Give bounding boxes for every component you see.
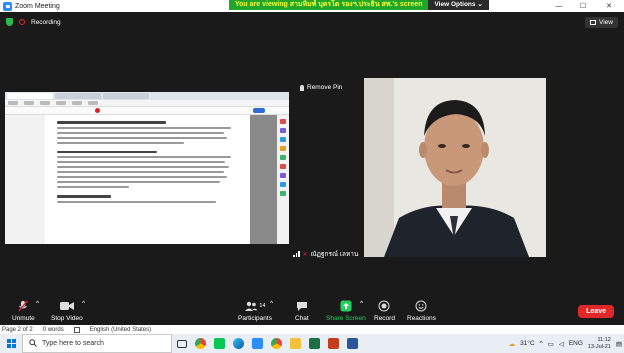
participants-count: 14: [259, 303, 266, 309]
chat-label: Chat: [295, 315, 309, 322]
leave-button[interactable]: Leave: [578, 305, 614, 318]
shared-browser-tabs: [5, 92, 289, 100]
participant-name: ณัฏฐกรณ์ เลหาน: [310, 251, 359, 258]
shared-menu-bar: [5, 100, 289, 107]
zoom-app-icon[interactable]: [248, 334, 267, 353]
remove-pin-label: Remove Pin: [307, 84, 343, 91]
share-options-caret-icon[interactable]: ^: [360, 300, 363, 307]
taskbar-search-box[interactable]: Type here to search: [22, 334, 172, 353]
windows-start-icon[interactable]: [0, 334, 22, 353]
chevron-down-icon: ⌄: [477, 1, 483, 8]
minimize-button[interactable]: —: [548, 0, 570, 12]
word-count: 0 words: [42, 326, 64, 333]
pin-icon: [300, 84, 304, 91]
network-icon[interactable]: ▭: [548, 340, 554, 348]
view-options-label: View Options: [434, 1, 476, 8]
shared-screen[interactable]: [5, 92, 289, 244]
meeting-area: Recording View Remove Pin ✕ ณัฏฐกรณ์ เลห…: [0, 12, 624, 297]
shield-icon[interactable]: [6, 18, 13, 26]
zoom-logo-icon: [3, 1, 12, 11]
view-button[interactable]: View: [585, 17, 618, 28]
window-title: Zoom Meeting: [15, 2, 60, 10]
tray-arrow-icon[interactable]: ^: [540, 340, 543, 347]
record-label: Record: [374, 315, 395, 322]
share-screen-label: Share Screen: [326, 315, 366, 322]
shared-left-panel: [5, 115, 45, 244]
recording-label: Recording: [31, 18, 61, 26]
chat-bubble-icon: [296, 300, 308, 312]
search-placeholder: Type here to search: [42, 340, 104, 347]
participants-label: Participants: [238, 315, 272, 322]
microphone-muted-icon: [17, 300, 29, 312]
chrome-icon[interactable]: [191, 334, 210, 353]
volume-icon[interactable]: ◁: [559, 340, 564, 348]
shared-tab: [103, 93, 149, 99]
unmute-label: Unmute: [12, 315, 35, 322]
shared-tab: [7, 93, 53, 99]
meeting-top-info: Recording: [6, 18, 61, 26]
word-icon[interactable]: [343, 334, 362, 353]
record-icon: [378, 300, 390, 312]
shared-document-page: [45, 115, 250, 244]
clock-date: 13-Jul-21: [587, 343, 611, 350]
video-options-caret-icon[interactable]: ^: [82, 300, 85, 307]
edge-icon[interactable]: [229, 334, 248, 353]
chat-button[interactable]: Chat: [295, 300, 309, 322]
shared-tab: [55, 93, 101, 99]
view-options-button[interactable]: View Options ⌄: [428, 0, 489, 10]
mic-muted-icon: ✕: [302, 251, 308, 258]
shared-blue-button: [253, 108, 265, 113]
language-status: English (United States): [89, 326, 152, 333]
task-view-icon[interactable]: [172, 334, 191, 353]
chrome-alt-icon[interactable]: [267, 334, 286, 353]
participants-button[interactable]: 14 Participants: [238, 300, 272, 322]
recording-icon: [19, 19, 25, 25]
stop-video-button[interactable]: Stop Video: [51, 300, 83, 322]
line-app-icon[interactable]: [210, 334, 229, 353]
page-count: Page 2 of 2: [2, 326, 33, 333]
stop-video-label: Stop Video: [51, 315, 83, 322]
close-button[interactable]: ✕: [598, 0, 620, 12]
signal-bars-icon: [293, 251, 300, 257]
weather-icon[interactable]: ☁: [509, 340, 516, 348]
input-language[interactable]: ENG: [569, 340, 583, 347]
participants-options-caret-icon[interactable]: ^: [270, 300, 273, 307]
file-explorer-icon[interactable]: [286, 334, 305, 353]
reactions-button[interactable]: Reactions: [407, 300, 436, 322]
powerpoint-icon[interactable]: [324, 334, 343, 353]
video-camera-icon: [59, 300, 74, 312]
taskbar-clock[interactable]: 11:12 13-Jul-21: [588, 337, 611, 351]
notifications-icon[interactable]: ▤: [616, 340, 622, 348]
maximize-button[interactable]: ☐: [572, 0, 594, 12]
remove-pin-button[interactable]: Remove Pin: [300, 84, 342, 91]
unmute-button[interactable]: Unmute: [12, 300, 35, 322]
participant-nameplate: ✕ ณัฏฐกรณ์ เลหาน: [293, 249, 358, 259]
grid-icon: [590, 20, 597, 25]
windows-taskbar: Type here to search ☁ 31°C ^ ▭ ◁ ENG 11:…: [0, 334, 624, 353]
reactions-label: Reactions: [407, 315, 436, 322]
participant-video[interactable]: [364, 78, 546, 257]
meeting-control-bar: Unmute ^ Stop Video ^ 14 Participants ^ …: [0, 297, 624, 325]
share-banner: You are viewing สามหิมพ์ บุตรโด รองฯ.ประ…: [229, 0, 489, 10]
share-banner-message: You are viewing สามหิมพ์ บุตรโด รองฯ.ประ…: [229, 0, 429, 10]
shared-document-view: [5, 115, 289, 244]
excel-icon[interactable]: [305, 334, 324, 353]
shared-record-dot-icon: [95, 108, 100, 113]
proofing-icon: [73, 326, 80, 333]
record-button[interactable]: Record: [374, 300, 395, 322]
system-tray: ☁ 31°C ^ ▭ ◁ ENG 11:12 13-Jul-21 ▤: [509, 334, 622, 353]
search-icon: [29, 338, 37, 349]
word-status-bar: Page 2 of 2 0 words English (United Stat…: [0, 325, 624, 334]
view-button-label: View: [599, 19, 613, 26]
smiley-plus-icon: [415, 300, 427, 312]
clock-time: 11:12: [597, 336, 611, 343]
shared-right-strip: [277, 115, 289, 244]
shared-toolbar: [5, 107, 289, 115]
share-screen-icon: [340, 300, 352, 312]
weather-temp[interactable]: 31°C: [520, 340, 535, 347]
participants-icon: 14: [244, 300, 266, 312]
participant-video-image: [364, 78, 546, 257]
unmute-options-caret-icon[interactable]: ^: [36, 300, 39, 307]
